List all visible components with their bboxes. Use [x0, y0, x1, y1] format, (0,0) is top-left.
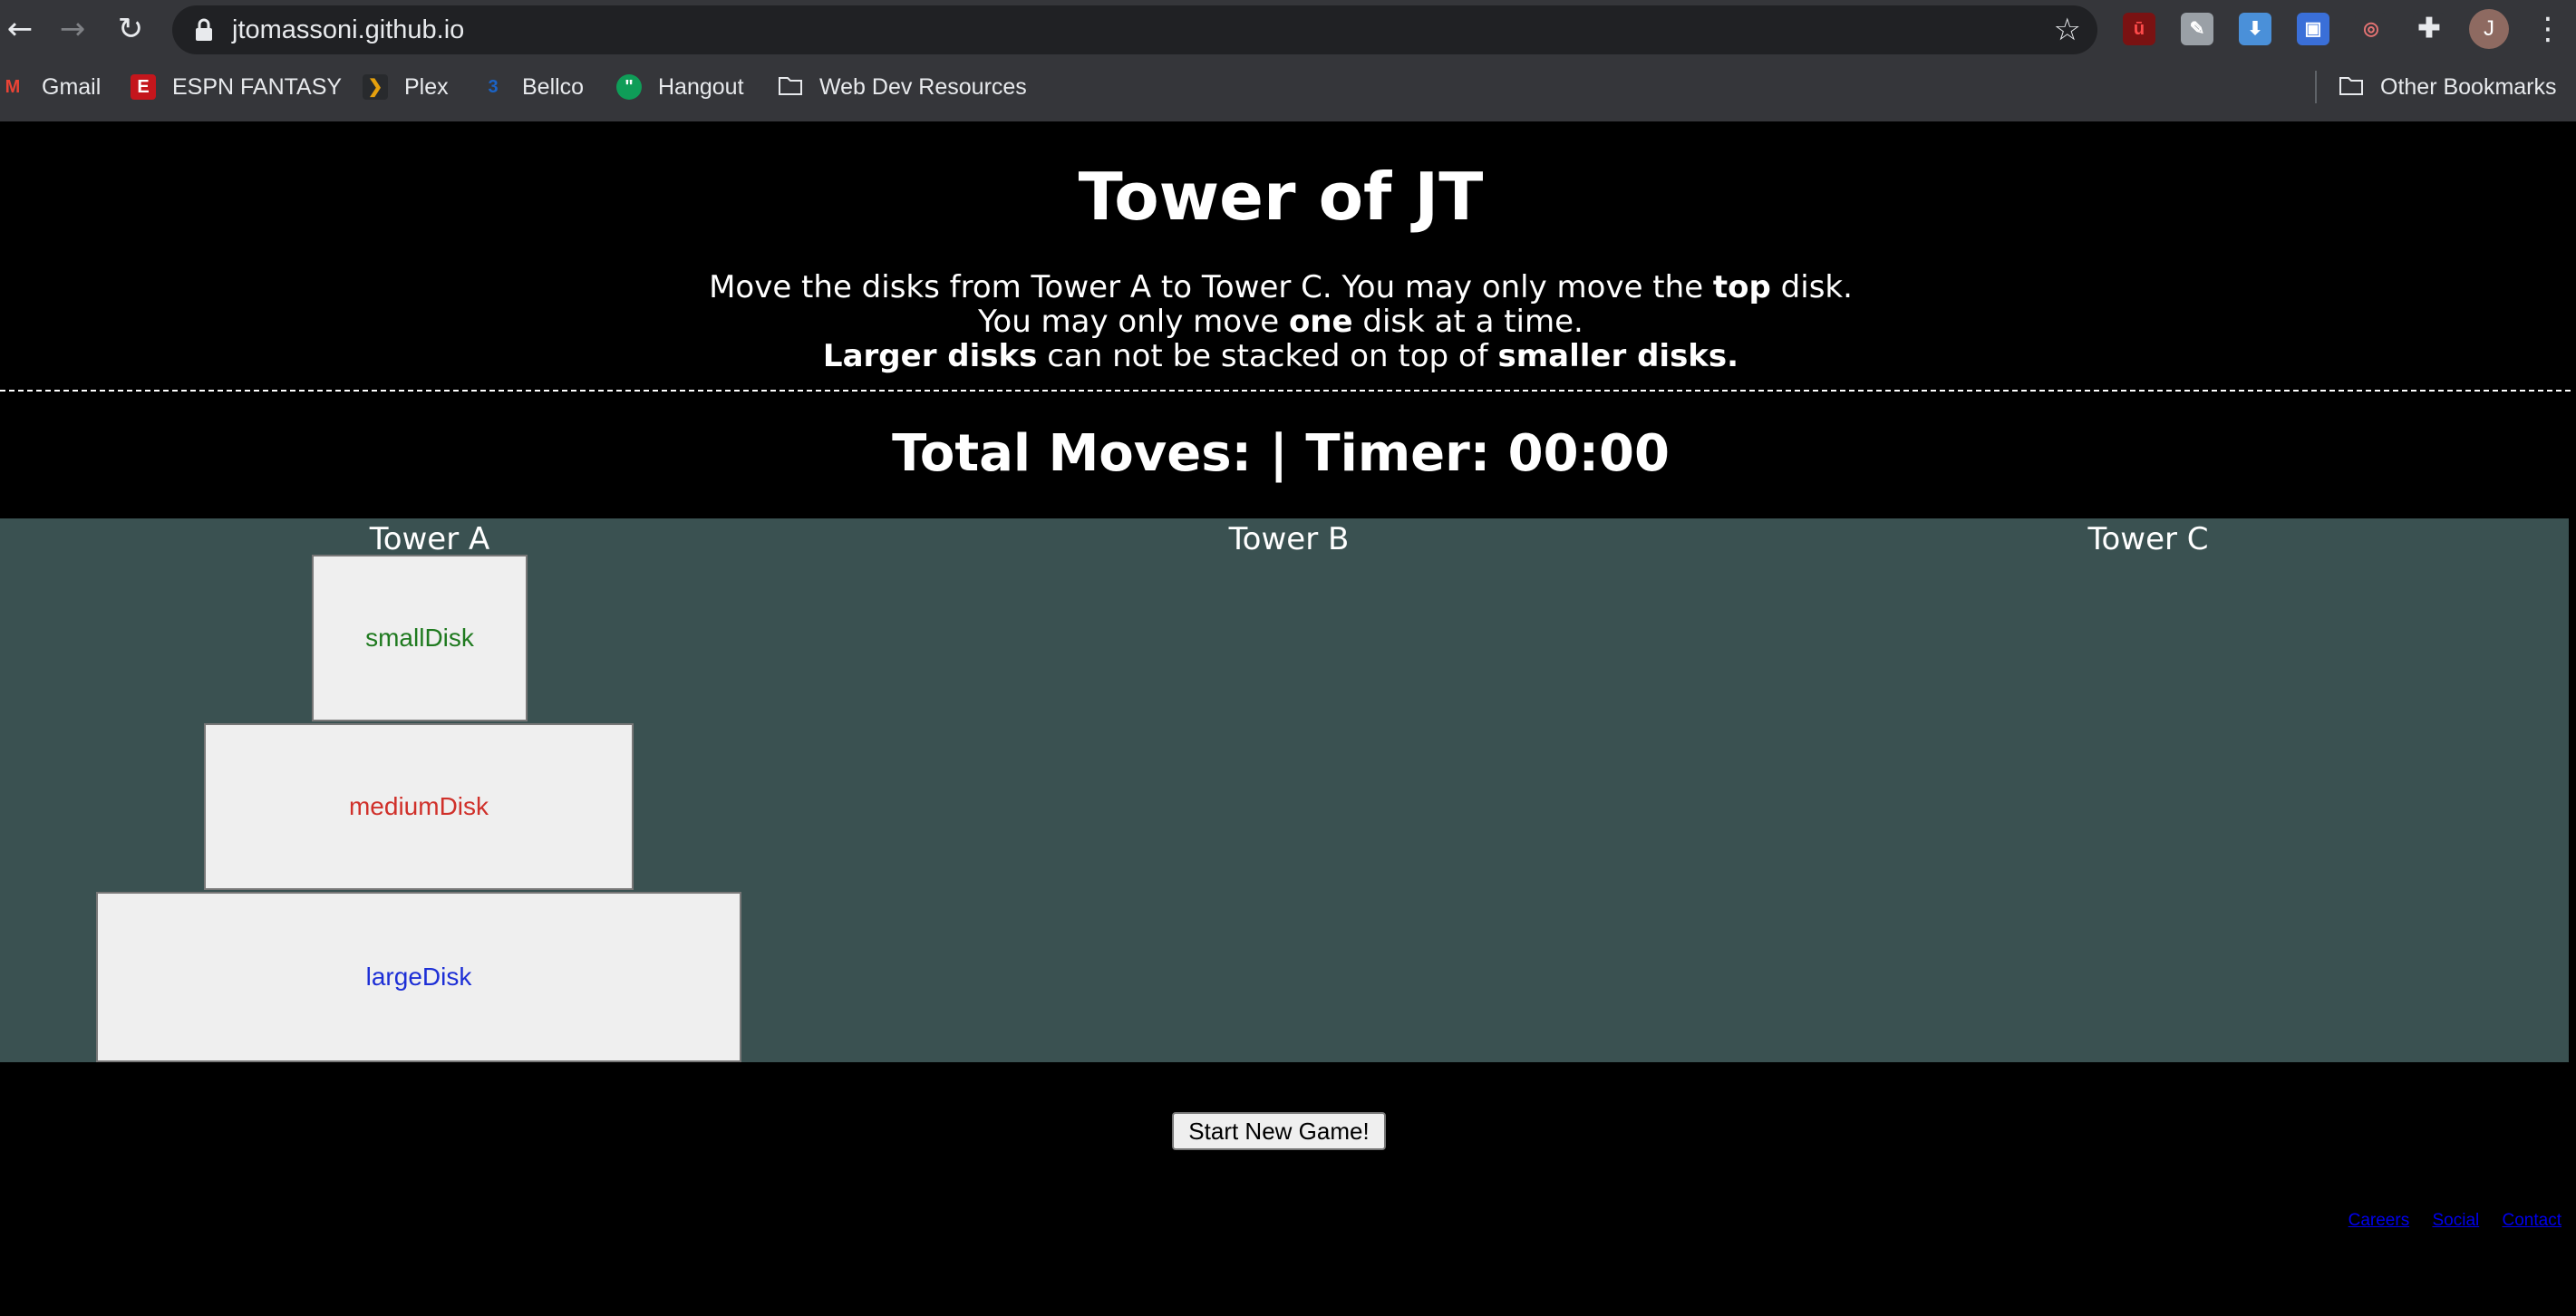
rule-emphasis: Larger disks: [822, 338, 1038, 374]
reload-icon[interactable]: ↻: [111, 9, 150, 49]
browser-chrome: ← → ↻ jtomassoni.github.io ☆ ū ✎ ⬇ ▣ ◎ ✚…: [0, 0, 2576, 121]
extension-icon[interactable]: ▣: [2297, 13, 2329, 45]
bookmark-label: Hangout: [658, 73, 744, 100]
bookmark-espn-fantasy[interactable]: E ESPN FANTASY: [131, 67, 342, 107]
rule-text: disk at a time.: [1352, 304, 1583, 340]
large-disk[interactable]: largeDisk: [96, 892, 741, 1062]
bellco-icon: 3: [488, 77, 499, 97]
back-arrow-icon[interactable]: ←: [0, 9, 40, 49]
rule-text: disk.: [1770, 269, 1853, 305]
bookmark-label: Gmail: [42, 73, 102, 100]
tower-a[interactable]: Tower A smallDisk mediumDisk largeDisk: [0, 518, 859, 1062]
careers-link[interactable]: Careers: [2348, 1211, 2410, 1230]
bookmark-plex[interactable]: ❯ Plex: [363, 67, 449, 107]
rule-emphasis: one: [1288, 304, 1353, 340]
hangouts-icon: ": [616, 74, 642, 100]
moves-timer-status: Total Moves: | Timer: 00:00: [892, 424, 1670, 483]
start-new-game-button[interactable]: Start New Game!: [1172, 1112, 1386, 1150]
avatar[interactable]: J: [2469, 9, 2509, 49]
lock-icon: [196, 18, 212, 41]
rule-text: can not be stacked on top of: [1037, 338, 1498, 374]
social-link[interactable]: Social: [2432, 1211, 2479, 1230]
game-board: Tower A smallDisk mediumDisk largeDisk T…: [0, 518, 2569, 1062]
bookmark-label: ESPN FANTASY: [172, 73, 343, 100]
tower-label: Tower A: [369, 521, 490, 557]
small-disk[interactable]: smallDisk: [312, 555, 528, 721]
dashed-divider: [0, 390, 2571, 392]
game-rules: Move the disks from Tower A to Tower C. …: [0, 270, 2561, 373]
espn-icon: E: [131, 74, 156, 100]
bookmark-gmail[interactable]: M Gmail: [0, 67, 102, 107]
download-extension-icon[interactable]: ⬇: [2239, 13, 2271, 45]
rule-emphasis: top: [1712, 269, 1771, 305]
url-text: jtomassoni.github.io: [232, 15, 465, 44]
disk-label: largeDisk: [365, 963, 472, 991]
ublock-extension-icon[interactable]: ū: [2123, 13, 2155, 45]
rule-line: Larger disks can not be stacked on top o…: [0, 339, 2561, 373]
footer-links: Careers Social Contact: [2330, 1211, 2561, 1231]
rule-text: Move the disks from Tower A to Tower C. …: [709, 269, 1713, 305]
extension-icon[interactable]: ◎: [2355, 13, 2387, 45]
bookmark-label: Bellco: [522, 73, 585, 100]
folder-icon: [2339, 74, 2364, 100]
puzzle-extensions-icon[interactable]: ✚: [2413, 13, 2445, 45]
rule-text: You may only move: [978, 304, 1289, 340]
menu-kebab-icon[interactable]: ⋮: [2532, 7, 2563, 51]
bookmark-web-dev-resources[interactable]: Web Dev Resources: [778, 67, 1027, 107]
bookmark-star-icon[interactable]: ☆: [2054, 5, 2081, 54]
disk-label: mediumDisk: [348, 792, 489, 820]
bookmark-label: Other Bookmarks: [2380, 73, 2557, 100]
rule-line: Move the disks from Tower A to Tower C. …: [0, 270, 2561, 305]
tower-label: Tower C: [2087, 521, 2209, 557]
forward-arrow-icon[interactable]: →: [53, 9, 92, 49]
folder-icon: [778, 74, 803, 100]
bookmark-separator: [2315, 71, 2317, 103]
gmail-icon: M: [5, 77, 21, 97]
address-bar[interactable]: jtomassoni.github.io ☆: [172, 5, 2097, 54]
bookmark-label: Plex: [404, 73, 449, 100]
bookmark-label: Web Dev Resources: [819, 73, 1027, 100]
rule-emphasis: smaller disks.: [1497, 338, 1739, 374]
bookmark-hangout[interactable]: " Hangout: [616, 67, 744, 107]
tower-label: Tower B: [1228, 521, 1350, 557]
extension-icon[interactable]: ✎: [2181, 13, 2213, 45]
tower-b[interactable]: Tower B: [859, 518, 1719, 1062]
medium-disk[interactable]: mediumDisk: [204, 723, 634, 890]
contact-link[interactable]: Contact: [2503, 1211, 2561, 1230]
page-title: Tower of JT: [1078, 159, 1484, 235]
bookmark-other-bookmarks[interactable]: Other Bookmarks: [2339, 67, 2557, 107]
bookmark-bellco[interactable]: 3 Bellco: [480, 67, 584, 107]
disk-label: smallDisk: [365, 624, 474, 652]
plex-icon: ❯: [363, 74, 388, 100]
tower-c[interactable]: Tower C: [1719, 518, 2576, 1062]
rule-line: You may only move one disk at a time.: [0, 305, 2561, 339]
